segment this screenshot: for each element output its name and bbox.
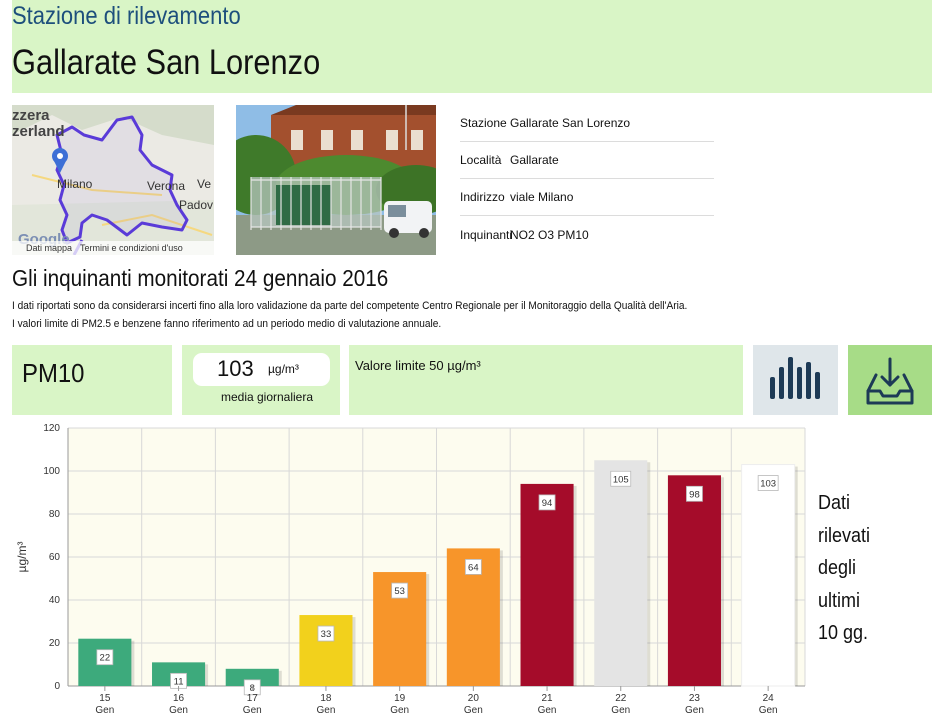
data-label: 105	[613, 474, 629, 485]
station-title: Gallarate San Lorenzo	[12, 43, 321, 82]
info-row-localita: Località Gallarate	[460, 142, 714, 179]
x-tick-label: 18	[320, 693, 332, 704]
station-map[interactable]: zzera zerland Milano Verona Ve Padov Goo…	[12, 105, 214, 255]
side-caption-line: ultimi	[818, 589, 861, 612]
disclaimer-note: I dati riportati sono da considerarsi in…	[12, 300, 688, 312]
x-tick-label: 23	[689, 693, 701, 704]
x-tick-sublabel: Gen	[611, 705, 630, 716]
bar	[520, 483, 574, 686]
download-button[interactable]	[848, 345, 932, 415]
station-info-table: Stazione Gallarate San Lorenzo Località …	[460, 105, 714, 253]
map-terms-link[interactable]: Termini e condizioni d'uso	[80, 243, 183, 253]
x-tick-label: 22	[615, 693, 627, 704]
daily-average-value: 103	[217, 356, 254, 381]
bar-chart-icon	[770, 357, 820, 399]
info-row-stazione: Stazione Gallarate San Lorenzo	[460, 105, 714, 142]
download-tray-icon	[866, 357, 914, 405]
info-value: Gallarate	[510, 153, 559, 167]
map-footer: Dati mappa Termini e condizioni d'uso	[12, 241, 214, 255]
x-tick-sublabel: Gen	[316, 705, 335, 716]
x-tick-label: 20	[468, 693, 480, 704]
y-tick-label: 120	[43, 423, 60, 434]
side-caption-line: Dati	[818, 492, 851, 514]
map-label-milano: Milano	[57, 177, 93, 191]
chart-view-button[interactable]	[753, 345, 838, 415]
map-label-zerland: zerland	[12, 123, 65, 140]
station-header: Stazione di rilevamento Gallarate San Lo…	[12, 0, 932, 93]
info-key: Località	[460, 153, 502, 167]
map-label-zzera: zzera	[12, 107, 50, 124]
side-caption-line: degli	[818, 557, 857, 579]
map-label-verona: Verona	[147, 179, 186, 193]
data-label: 94	[542, 498, 553, 509]
x-tick-sublabel: Gen	[243, 705, 262, 716]
data-label: 33	[321, 629, 332, 640]
x-tick-label: 16	[173, 693, 185, 704]
bar	[594, 460, 648, 686]
limit-box: Valore limite 50 µg/m³	[349, 345, 743, 415]
limit-value: Valore limite 50 µg/m³	[355, 358, 481, 373]
x-tick-label: 15	[99, 693, 111, 704]
x-tick-label: 17	[247, 693, 259, 704]
x-tick-sublabel: Gen	[538, 705, 557, 716]
pollutant-name: PM10	[22, 358, 85, 388]
section-title: Gli inquinanti monitorati 24 gennaio 201…	[12, 265, 389, 291]
data-label: 103	[760, 479, 776, 490]
value-unit: µg/m³	[268, 362, 299, 376]
y-tick-label: 0	[54, 681, 60, 692]
data-label: 53	[394, 586, 405, 597]
bar	[667, 475, 721, 686]
map-label-padov: Padov	[179, 198, 214, 212]
data-label: 64	[468, 562, 479, 573]
map-data-link[interactable]: Dati mappa	[26, 243, 72, 253]
data-label: 11	[174, 676, 184, 687]
station-subtitle: Stazione di rilevamento	[12, 2, 241, 30]
chart-plot: 020406080100120µg/m³2215Gen1116Gen817Gen…	[15, 423, 806, 716]
side-caption: Dati rilevati degli ultimi 10 gg.	[818, 487, 928, 650]
x-tick-label: 21	[541, 693, 553, 704]
info-row-inquinanti: Inquinanti NO2 O3 PM10	[460, 216, 714, 253]
bar	[741, 464, 796, 687]
y-tick-label: 60	[49, 552, 61, 563]
x-tick-sublabel: Gen	[169, 705, 188, 716]
y-tick-label: 40	[49, 595, 61, 606]
y-tick-label: 20	[49, 638, 61, 649]
info-value: NO2 O3 PM10	[510, 227, 589, 242]
info-value: Gallarate San Lorenzo	[510, 116, 631, 130]
info-value: viale Milano	[510, 190, 574, 204]
y-axis-label: µg/m³	[15, 542, 29, 573]
x-tick-sublabel: Gen	[464, 705, 483, 716]
x-tick-sublabel: Gen	[685, 705, 704, 716]
x-tick-sublabel: Gen	[759, 705, 778, 716]
data-label: 22	[100, 653, 111, 664]
info-key: Inquinanti	[460, 227, 513, 242]
x-tick-label: 24	[763, 693, 775, 704]
station-photo-graphic	[236, 105, 436, 255]
limits-note: I valori limite di PM2.5 e benzene fanno…	[12, 318, 442, 330]
map-label-ve: Ve	[197, 177, 212, 191]
pollutant-name-box: PM10	[12, 345, 172, 415]
side-caption-line: rilevati	[818, 524, 871, 547]
info-key: Stazione	[460, 116, 507, 130]
value-pill: 103 µg/m³	[193, 353, 330, 386]
data-label: 98	[689, 489, 700, 500]
y-tick-label: 80	[49, 509, 61, 520]
station-photo	[236, 105, 436, 255]
info-row-indirizzo: Indirizzo viale Milano	[460, 179, 714, 216]
x-tick-sublabel: Gen	[390, 705, 409, 716]
value-caption: media giornaliera	[220, 390, 314, 404]
info-key: Indirizzo	[460, 190, 505, 204]
x-tick-label: 19	[394, 693, 406, 704]
pollutant-value-box: 103 µg/m³ media giornaliera	[182, 345, 340, 415]
x-tick-sublabel: Gen	[95, 705, 114, 716]
pm10-bar-chart: 020406080100120µg/m³2215Gen1116Gen817Gen…	[15, 423, 806, 716]
side-caption-line: 10 gg.	[818, 622, 869, 644]
y-tick-label: 100	[43, 466, 60, 477]
